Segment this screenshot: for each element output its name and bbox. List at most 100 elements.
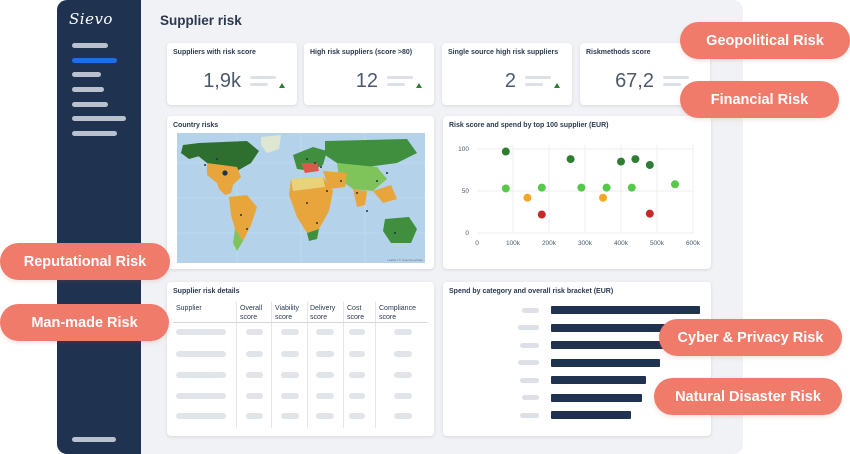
- geopolitical-risk-pill[interactable]: Geopolitical Risk: [680, 22, 850, 59]
- table-cell-placeholder: [394, 393, 412, 399]
- spend-bar[interactable]: [551, 411, 632, 419]
- marketing-graphic: Sievo Supplier risk Suppliers with risk …: [0, 0, 850, 454]
- x-tick-label: 300k: [578, 240, 593, 247]
- table-cell-placeholder: [176, 329, 226, 335]
- x-tick-label: 200k: [542, 240, 557, 247]
- table-cell-placeholder: [349, 351, 365, 357]
- kpi-title: Riskmethods score: [586, 49, 651, 56]
- table-cell-placeholder: [246, 351, 263, 357]
- natural-disaster-risk-pill[interactable]: Natural Disaster Risk: [654, 378, 842, 415]
- table-cell-placeholder: [176, 413, 226, 419]
- kpi-sparkline: [663, 83, 681, 86]
- reputational-risk-pill[interactable]: Reputational Risk: [0, 243, 170, 280]
- risk-score-spend-card: Risk score and spend by top 100 supplier…: [443, 116, 711, 269]
- kpi-value: 67,2: [615, 70, 654, 92]
- sidebar-item-4[interactable]: [72, 87, 104, 92]
- category-label-placeholder: [518, 360, 539, 365]
- card-title: Country risks: [173, 122, 219, 129]
- column-separator: [271, 302, 272, 428]
- scatter-point: [627, 183, 636, 192]
- world-map[interactable]: Leaflet | © OpenStreetMap: [177, 133, 425, 263]
- table-cell-placeholder: [246, 413, 263, 419]
- spend-bar[interactable]: [551, 341, 674, 349]
- sidebar-item-3[interactable]: [72, 72, 101, 77]
- sidebar-item-6[interactable]: [72, 116, 126, 121]
- table-cell-placeholder: [316, 413, 334, 419]
- sidebar-item-5[interactable]: [72, 102, 108, 107]
- column-separator: [236, 302, 237, 428]
- scatter-point: [537, 210, 546, 219]
- country-risks-card: Country risks Leaflet | © OpenStreetMap: [167, 116, 434, 269]
- column-header-cost-score[interactable]: Cost score: [347, 304, 371, 322]
- app-window: Sievo Supplier risk Suppliers with risk …: [57, 0, 743, 454]
- column-separator: [375, 302, 376, 428]
- table-cell-placeholder: [176, 393, 226, 399]
- scatter-point: [523, 193, 532, 202]
- kpi-card-high-risk-suppliers[interactable]: High risk suppliers (score >80) 12: [304, 43, 434, 105]
- man-made-risk-pill[interactable]: Man-made Risk: [0, 304, 169, 341]
- sidebar-item-2-active[interactable]: [72, 58, 117, 63]
- kpi-card-single-source-high-risk[interactable]: Single source high risk suppliers 2: [442, 43, 572, 105]
- category-label-placeholder: [522, 395, 539, 400]
- spend-bar[interactable]: [551, 393, 642, 402]
- kpi-sparkline: [387, 76, 413, 79]
- category-label-placeholder: [518, 325, 539, 330]
- table-cell-placeholder: [349, 329, 365, 335]
- kpi-title: Suppliers with risk score: [173, 49, 256, 56]
- category-label-placeholder: [522, 307, 539, 313]
- table-cell-placeholder: [394, 329, 412, 335]
- sidebar-item-7[interactable]: [72, 131, 117, 136]
- x-tick-label: 100k: [506, 240, 521, 247]
- scatter-point: [645, 209, 654, 218]
- column-separator: [307, 302, 308, 428]
- table-cell-placeholder: [281, 393, 299, 399]
- sidebar-footer-item[interactable]: [72, 437, 116, 442]
- column-header-compliance-score[interactable]: Compliance score: [379, 304, 425, 322]
- table-cell-placeholder: [316, 372, 334, 378]
- column-header-overall-score[interactable]: Overall score: [240, 304, 270, 322]
- column-separator: [343, 302, 344, 428]
- x-tick-label: 600k: [686, 240, 701, 247]
- kpi-card-suppliers-with-risk-score[interactable]: Suppliers with risk score 1,9k: [167, 43, 297, 105]
- card-title: Supplier risk details: [173, 288, 240, 295]
- sidebar: Sievo: [57, 0, 141, 454]
- scatter-chart[interactable]: 0 100k 200k 300k 400k 500k 600k 0 50 100: [443, 116, 711, 269]
- table-cell-placeholder: [281, 413, 299, 419]
- trend-up-icon: [416, 83, 422, 88]
- table-cell-placeholder: [316, 351, 334, 357]
- kpi-sparkline: [250, 76, 276, 79]
- supplier-risk-details-card: Supplier risk details Supplier Overall s…: [167, 282, 434, 436]
- table-cell-placeholder: [349, 393, 365, 399]
- financial-risk-pill[interactable]: Financial Risk: [680, 81, 839, 118]
- category-label-placeholder: [520, 377, 539, 383]
- scatter-point: [501, 184, 510, 193]
- x-tick-label: 500k: [650, 240, 665, 247]
- trend-up-icon: [554, 83, 560, 88]
- y-tick-label: 50: [462, 188, 470, 195]
- scatter-point: [617, 157, 625, 166]
- spend-bar[interactable]: [551, 306, 700, 314]
- column-header-delivery-score[interactable]: Delivery score: [310, 304, 342, 322]
- column-header-supplier[interactable]: Supplier: [176, 304, 202, 313]
- table-cell-placeholder: [281, 372, 299, 378]
- table-cell-placeholder: [281, 351, 299, 357]
- spend-bar[interactable]: [551, 358, 660, 367]
- y-tick-label: 100: [458, 146, 469, 153]
- scatter-point: [645, 160, 654, 169]
- spend-bar[interactable]: [551, 376, 647, 384]
- card-title: Spend by category and overall risk brack…: [449, 288, 614, 295]
- y-tick-label: 0: [465, 230, 469, 237]
- map-attribution: Leaflet | © OpenStreetMap: [387, 258, 423, 262]
- kpi-value: 12: [355, 70, 378, 92]
- category-label-placeholder: [520, 342, 539, 348]
- sievo-logo[interactable]: Sievo: [69, 10, 113, 28]
- kpi-value: 1,9k: [203, 70, 241, 92]
- cyber-privacy-risk-pill[interactable]: Cyber & Privacy Risk: [659, 319, 842, 356]
- scatter-point: [501, 147, 510, 156]
- table-header-divider: [173, 322, 427, 323]
- sidebar-item-1[interactable]: [72, 43, 108, 48]
- column-header-viability-score[interactable]: Viability score: [275, 304, 307, 322]
- table-cell-placeholder: [176, 351, 226, 357]
- table-cell-placeholder: [349, 372, 365, 378]
- scatter-point: [631, 155, 640, 164]
